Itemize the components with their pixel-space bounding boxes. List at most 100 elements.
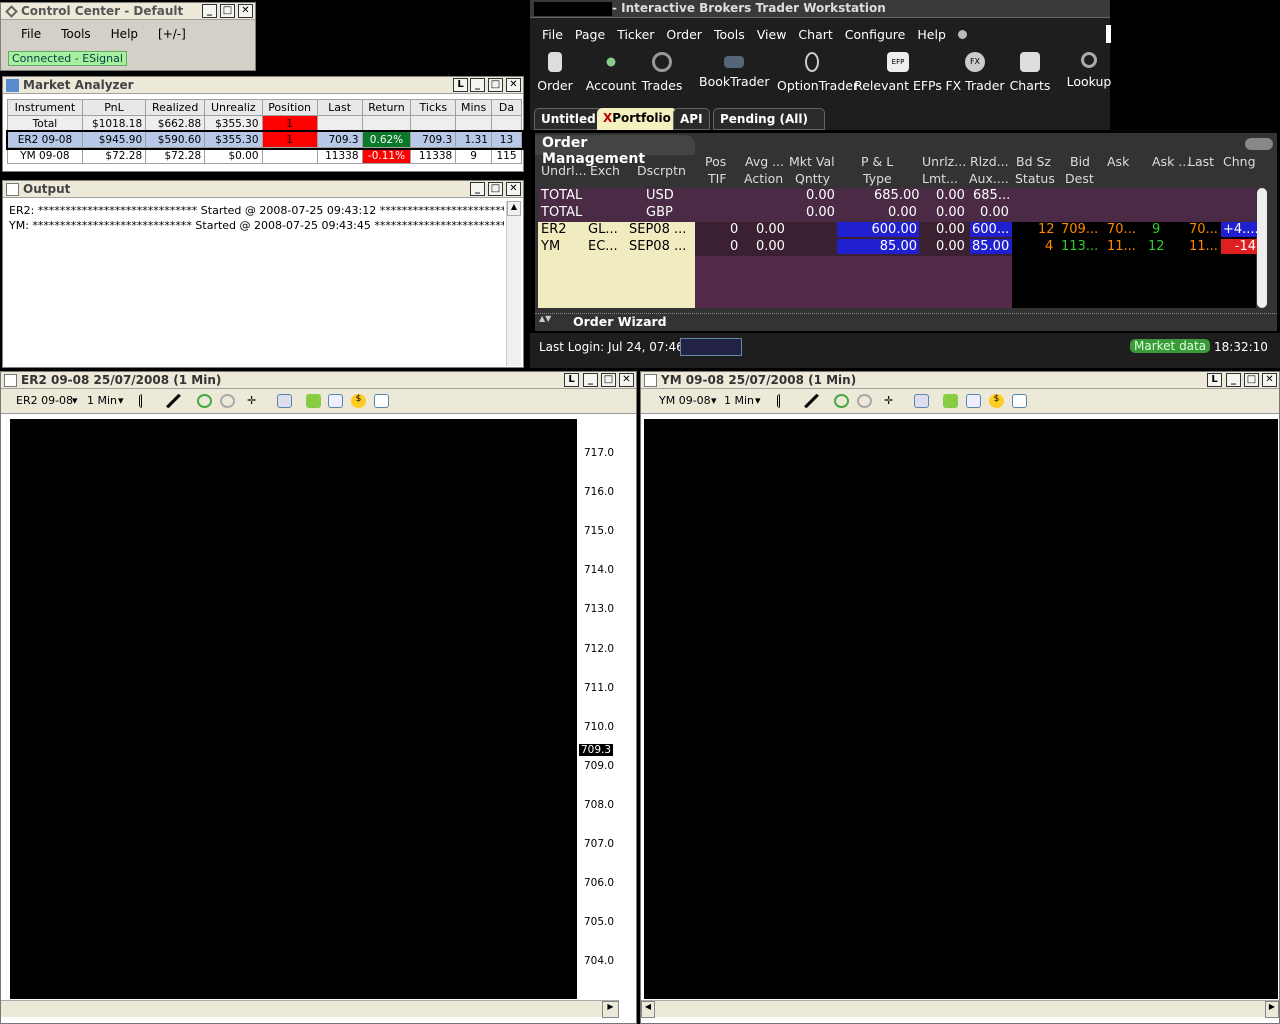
close-icon[interactable]: ✕ <box>506 78 521 92</box>
control-center-titlebar[interactable]: Control Center - Default _ □ ✕ <box>1 3 255 20</box>
scroll-left-icon[interactable]: ◀ <box>641 1001 655 1018</box>
link-icon[interactable]: L <box>453 78 468 92</box>
output-scrollbar[interactable]: ▲ <box>506 201 521 366</box>
close-icon[interactable]: ✕ <box>619 373 634 387</box>
menu-chart[interactable]: Chart <box>798 27 832 42</box>
zoom-in-icon[interactable] <box>834 394 849 408</box>
table-row[interactable]: Total $1018.18 $662.88 $355.30 1 <box>7 115 523 132</box>
dollar-icon[interactable]: $ <box>351 394 366 408</box>
chart-properties-icon[interactable] <box>277 394 292 408</box>
optiontrader-button[interactable]: OptionTrader <box>777 52 858 93</box>
minimize-icon[interactable]: _ <box>583 373 598 387</box>
minimize-icon[interactable]: _ <box>470 78 485 92</box>
chevron-down-icon[interactable]: ▾ <box>118 394 124 407</box>
col-realized[interactable]: Realized <box>145 99 206 116</box>
menu-view[interactable]: View <box>757 27 787 42</box>
col-return[interactable]: Return <box>361 99 412 116</box>
position-row-er2[interactable]: ER2 GL... SEP08 ... 0 0.00 600.00 0.00 600.… <box>538 222 1259 239</box>
col-position[interactable]: Position <box>261 99 318 116</box>
menu-tools[interactable]: Tools <box>61 27 91 41</box>
menu-file[interactable]: File <box>21 27 41 41</box>
col-instrument[interactable]: Instrument <box>7 99 83 116</box>
tab-untitled[interactable]: Untitled <box>534 108 603 130</box>
draw-pencil-icon[interactable] <box>166 394 181 408</box>
chevron-down-icon[interactable]: ▾ <box>72 394 78 407</box>
indicator-icon[interactable] <box>328 394 343 408</box>
col-da[interactable]: Da <box>490 99 523 116</box>
booktrader-button[interactable]: BookTrader <box>699 52 769 89</box>
layout-icons[interactable] <box>680 338 742 356</box>
tab-portfolio[interactable]: XPortfolio <box>597 108 677 130</box>
h-scrollbar[interactable]: ▶ <box>1 1000 619 1018</box>
crosshair-icon[interactable]: ✛ <box>884 394 899 408</box>
instrument-selector[interactable]: YM 09-08 <box>659 394 711 407</box>
er2-chart-canvas[interactable] <box>10 419 576 999</box>
chevron-down-icon[interactable]: ▾ <box>711 394 717 407</box>
menu-help[interactable]: Help <box>111 27 138 41</box>
maximize-icon[interactable]: □ <box>601 373 616 387</box>
total-row-usd[interactable]: TOTAL USD 0.00 685.00 0.00 685... <box>538 188 1256 205</box>
interval-selector[interactable]: 1 Min <box>724 394 754 407</box>
bar-type-icon[interactable] <box>139 394 154 408</box>
crosshair-icon[interactable]: ✛ <box>247 394 262 408</box>
output-log[interactable]: ER2: ***************************** Start… <box>9 203 504 233</box>
minimize-icon[interactable]: _ <box>1226 373 1241 387</box>
expand-icon[interactable]: ▲▼ <box>539 314 551 323</box>
scroll-up-icon[interactable]: ▲ <box>507 201 521 216</box>
market-analyzer-titlebar[interactable]: Market Analyzer L _ □ ✕ <box>3 77 523 94</box>
col-unrealized[interactable]: Unrealiz <box>204 99 263 116</box>
indicator-icon[interactable] <box>966 394 981 408</box>
col-pnl[interactable]: PnL <box>81 99 147 116</box>
close-icon[interactable]: ✕ <box>238 4 253 18</box>
menu-configure[interactable]: Configure <box>845 27 906 42</box>
position-row-ym[interactable]: YM EC... SEP08 ... 0 0.00 85.00 0.00 85.00 … <box>538 239 1259 256</box>
order-wizard-bar[interactable]: ▲▼ Order Wizard <box>535 313 1277 329</box>
table-row[interactable]: ER2 09-08 $945.90 $590.60 $355.30 1 709.3 0.62… <box>5 129 524 150</box>
zoom-out-icon[interactable] <box>857 394 872 408</box>
tab-api[interactable]: API <box>673 108 710 130</box>
strategy-icon[interactable] <box>943 394 958 408</box>
maximize-icon[interactable]: □ <box>220 4 235 18</box>
h-scrollbar[interactable]: ◀ ▶ <box>641 1000 1279 1018</box>
minimize-icon[interactable]: _ <box>202 4 217 18</box>
relevant-efps-button[interactable]: EFP Relevant EFPs <box>853 52 943 93</box>
menu-file[interactable]: File <box>542 27 563 42</box>
minimize-icon[interactable]: _ <box>470 182 485 196</box>
col-last[interactable]: Last <box>316 99 363 116</box>
menu-tools[interactable]: Tools <box>714 27 745 42</box>
market-data-button[interactable]: Market data <box>1130 339 1211 353</box>
tws-titlebar[interactable]: - Interactive Brokers Trader Workstation <box>530 0 1110 18</box>
lookup-button[interactable]: Lookup <box>1054 52 1124 89</box>
close-icon[interactable]: ✕ <box>1262 373 1277 387</box>
trades-button[interactable]: Trades <box>627 52 697 93</box>
close-icon[interactable]: ✕ <box>506 182 521 196</box>
output-titlebar[interactable]: Output _ □ ✕ <box>3 181 523 198</box>
ym-chart-canvas[interactable] <box>644 419 1278 999</box>
table-row[interactable]: YM 09-08 $72.28 $72.28 $0.00 11338 -0.11% 1133… <box>7 147 523 164</box>
chart-properties-icon[interactable] <box>914 394 929 408</box>
menu-ticker[interactable]: Ticker <box>617 27 654 42</box>
om-controls-icon[interactable] <box>1245 138 1273 150</box>
scroll-right-icon[interactable]: ▶ <box>1265 1001 1279 1018</box>
data-box-icon[interactable] <box>374 394 389 408</box>
er2-chart-titlebar[interactable]: ER2 09-08 25/07/2008 (1 Min) L _ □ ✕ <box>1 372 636 389</box>
zoom-in-icon[interactable] <box>197 394 212 408</box>
link-icon[interactable]: L <box>564 373 579 387</box>
close-tab-icon[interactable]: X <box>603 111 612 125</box>
menu-page[interactable]: Page <box>575 27 605 42</box>
interval-selector[interactable]: 1 Min <box>87 394 117 407</box>
strategy-icon[interactable] <box>306 394 321 408</box>
bar-type-icon[interactable] <box>777 394 792 408</box>
tab-pending[interactable]: Pending (All) <box>713 108 825 130</box>
scroll-right-icon[interactable]: ▶ <box>602 1001 619 1018</box>
menu-expand[interactable]: [+/-] <box>158 27 186 41</box>
menu-help[interactable]: Help <box>917 27 946 42</box>
col-ticks[interactable]: Ticks <box>410 99 457 116</box>
maximize-icon[interactable]: □ <box>488 78 503 92</box>
maximize-icon[interactable]: □ <box>488 182 503 196</box>
maximize-icon[interactable]: □ <box>1244 373 1259 387</box>
om-scrollbar[interactable] <box>1257 188 1267 308</box>
dollar-icon[interactable]: $ <box>989 394 1004 408</box>
instrument-selector[interactable]: ER2 09-08 <box>16 394 73 407</box>
menu-order[interactable]: Order <box>666 27 702 42</box>
